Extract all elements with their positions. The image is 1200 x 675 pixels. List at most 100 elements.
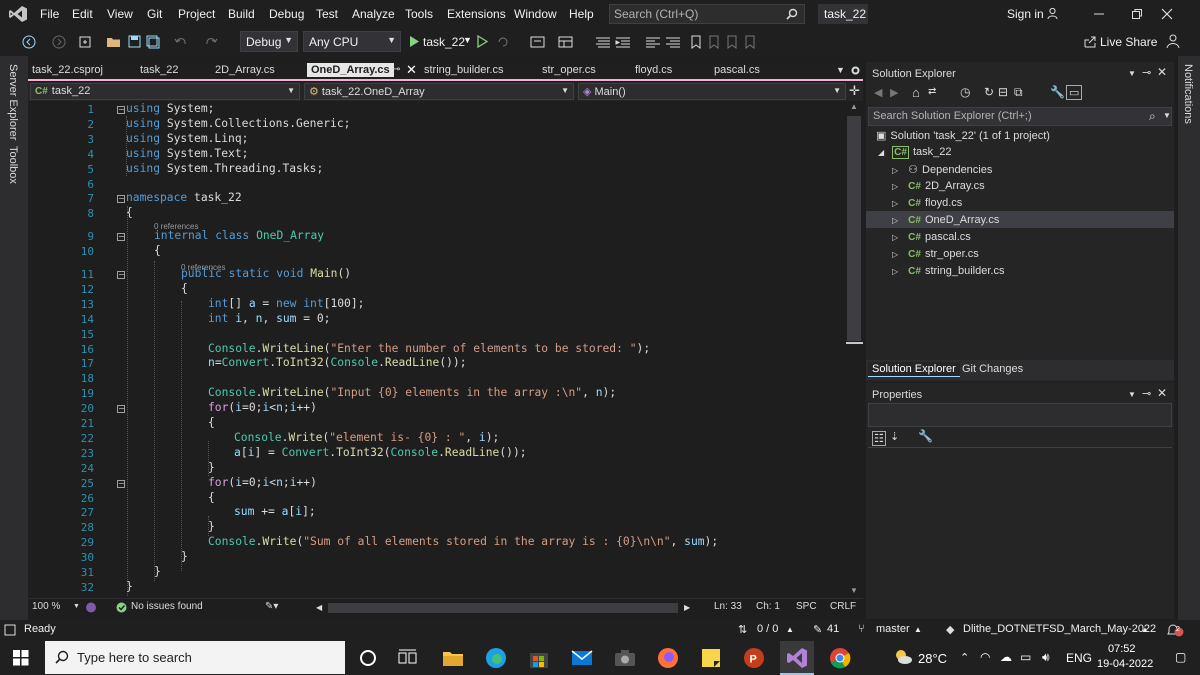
- zoom-level[interactable]: 100 %: [32, 601, 60, 612]
- tree-item-2d-array[interactable]: ▷ C# 2D_Array.cs: [892, 180, 985, 192]
- notifications-bell-icon[interactable]: [1166, 623, 1184, 637]
- notifications-tab[interactable]: Notifications: [1182, 64, 1194, 124]
- tab-floyd[interactable]: floyd.cs: [635, 64, 672, 76]
- powerpoint-icon[interactable]: P: [741, 645, 767, 671]
- fold-collapse-icon[interactable]: −: [117, 233, 125, 242]
- temperature[interactable]: 28°C: [918, 651, 947, 666]
- chevron-up-icon[interactable]: ▲: [914, 625, 922, 634]
- code-editor[interactable]: 1 2 3 4 5 6 7 8 9 10 11 12 13 14 15 16 17 18 19 20 21 22 23 24 2…: [28, 101, 846, 598]
- scroll-right-arrow[interactable]: ▶: [684, 603, 690, 612]
- tree-solution-node[interactable]: ▣ Solution 'task_22' (1 of 1 project): [876, 129, 1050, 142]
- chevron-up-icon[interactable]: ▲: [786, 625, 794, 634]
- code-line-16[interactable]: Console.WriteLine("Enter the number of e…: [208, 342, 650, 355]
- undo-icon[interactable]: [174, 35, 188, 49]
- fold-collapse-icon[interactable]: −: [117, 106, 125, 114]
- properties-wrench-icon[interactable]: 🔧: [1050, 85, 1065, 99]
- sticky-notes-icon[interactable]: [698, 645, 724, 671]
- line-number-status[interactable]: Ln: 33: [714, 601, 742, 612]
- project-dropdown[interactable]: C# task_22 ▼: [30, 83, 300, 100]
- issues-status[interactable]: No issues found: [131, 601, 203, 612]
- pin-panel-icon[interactable]: ⊸: [1142, 66, 1151, 79]
- onedrive-icon[interactable]: ☁: [1000, 650, 1012, 664]
- chevron-down-icon[interactable]: ▼: [73, 603, 80, 610]
- account-icon[interactable]: [1046, 7, 1059, 20]
- back-icon[interactable]: [22, 35, 36, 49]
- panel-options-dropdown-icon[interactable]: ▼: [1128, 69, 1136, 78]
- repository-name[interactable]: Dlithe_DOTNETFSD_March_May-2022: [963, 623, 1156, 635]
- tab-overflow-dropdown-icon[interactable]: ▼: [836, 65, 845, 75]
- task-view-icon[interactable]: [395, 645, 421, 671]
- tree-item-string-builder[interactable]: ▷ C# string_builder.cs: [892, 265, 1004, 277]
- menu-window[interactable]: Window: [514, 7, 557, 21]
- tab-string-builder[interactable]: string_builder.cs: [424, 64, 504, 76]
- menu-test[interactable]: Test: [316, 7, 338, 21]
- open-folder-icon[interactable]: [106, 35, 122, 49]
- tab-task-22[interactable]: task_22: [140, 64, 179, 76]
- show-all-files-icon[interactable]: ⧉: [1014, 85, 1023, 100]
- menu-edit[interactable]: Edit: [72, 7, 93, 21]
- forward-icon[interactable]: [52, 35, 66, 49]
- mail-icon[interactable]: [569, 645, 595, 671]
- horizontal-scrollbar-thumb[interactable]: [328, 603, 678, 613]
- chevron-down-icon[interactable]: ▼: [463, 35, 472, 45]
- action-center-icon[interactable]: ▢: [1175, 650, 1186, 664]
- prev-bookmark-icon[interactable]: [708, 35, 720, 49]
- search-input[interactable]: Search (Ctrl+Q): [609, 4, 805, 24]
- settings-gear-icon[interactable]: [850, 65, 861, 76]
- bookmark-icon[interactable]: [690, 35, 702, 49]
- clock-date[interactable]: 19-04-2022: [1097, 658, 1153, 670]
- branch-name[interactable]: master: [876, 623, 910, 635]
- chrome-icon[interactable]: [827, 645, 853, 671]
- visual-studio-logo-icon[interactable]: [8, 5, 28, 23]
- uncomment-icon[interactable]: [665, 35, 681, 49]
- collapsed-arrow-icon[interactable]: ▷: [892, 199, 898, 208]
- menu-extensions[interactable]: Extensions: [447, 7, 506, 21]
- code-line-2[interactable]: using System.Collections.Generic;: [126, 117, 350, 130]
- menu-file[interactable]: File: [40, 7, 59, 21]
- solution-platform-select[interactable]: Any CPU ▼: [303, 31, 401, 52]
- cortana-icon[interactable]: [355, 645, 381, 671]
- feedback-icon[interactable]: [1166, 34, 1180, 49]
- chevron-down-icon[interactable]: ▼: [1163, 111, 1171, 120]
- back-icon[interactable]: ◀: [874, 86, 882, 99]
- pin-tab-icon[interactable]: ⊸: [392, 64, 400, 75]
- code-line-9[interactable]: internal class OneD_Array: [154, 229, 324, 242]
- properties-object-select[interactable]: [868, 403, 1172, 427]
- code-line-22[interactable]: Console.Write("element is- {0} : ", i);: [234, 431, 499, 444]
- menu-project[interactable]: Project: [178, 7, 215, 21]
- start-without-debugging-icon[interactable]: [476, 35, 488, 48]
- forward-icon[interactable]: ▶: [890, 86, 898, 99]
- code-line-28[interactable]: }: [208, 520, 215, 533]
- code-line-17[interactable]: n=Convert.ToInt32(Console.ReadLine());: [208, 356, 467, 369]
- code-line-20[interactable]: for(i=0;i<n;i++): [208, 401, 317, 414]
- code-line-3[interactable]: using System.Linq;: [126, 132, 248, 145]
- code-line-7[interactable]: namespace task_22: [126, 191, 242, 204]
- collapsed-arrow-icon[interactable]: ▷: [892, 250, 898, 259]
- close-panel-icon[interactable]: ✕: [1157, 65, 1167, 79]
- code-line-1[interactable]: using System;: [126, 102, 214, 115]
- collapsed-arrow-icon[interactable]: ▷: [892, 182, 898, 191]
- brush-cleanup-icon[interactable]: ✎▾: [265, 601, 278, 612]
- indent-icon[interactable]: [615, 35, 631, 49]
- home-icon[interactable]: ⌂: [912, 85, 920, 100]
- code-line-8[interactable]: {: [126, 206, 133, 219]
- tree-item-oned-array-selected[interactable]: ▷ C# OneD_Array.cs: [892, 214, 999, 226]
- save-icon[interactable]: [128, 35, 141, 48]
- clock-time[interactable]: 07:52: [1108, 643, 1136, 655]
- comment-icon[interactable]: [645, 35, 661, 49]
- show-hidden-icons-chevron-icon[interactable]: ⌃: [960, 651, 969, 664]
- new-project-icon[interactable]: [78, 35, 92, 49]
- output-window-icon[interactable]: [4, 624, 16, 636]
- menu-analyze[interactable]: Analyze: [352, 7, 395, 21]
- redo-icon[interactable]: [204, 35, 218, 49]
- tree-item-str-oper[interactable]: ▷ C# str_oper.cs: [892, 248, 979, 260]
- member-dropdown[interactable]: ◈ Main() ▼: [578, 83, 846, 100]
- code-line-24[interactable]: }: [208, 461, 215, 474]
- file-explorer-icon[interactable]: [440, 645, 466, 671]
- scroll-left-arrow[interactable]: ◀: [316, 603, 322, 612]
- alphabetical-sort-icon[interactable]: ⇣: [890, 430, 899, 443]
- toolbox-tab[interactable]: Toolbox: [7, 146, 19, 184]
- class-dropdown[interactable]: ⚙ task_22.OneD_Array ▼: [304, 83, 574, 100]
- collapsed-arrow-icon[interactable]: ▷: [892, 233, 898, 242]
- next-bookmark-icon[interactable]: [726, 35, 738, 49]
